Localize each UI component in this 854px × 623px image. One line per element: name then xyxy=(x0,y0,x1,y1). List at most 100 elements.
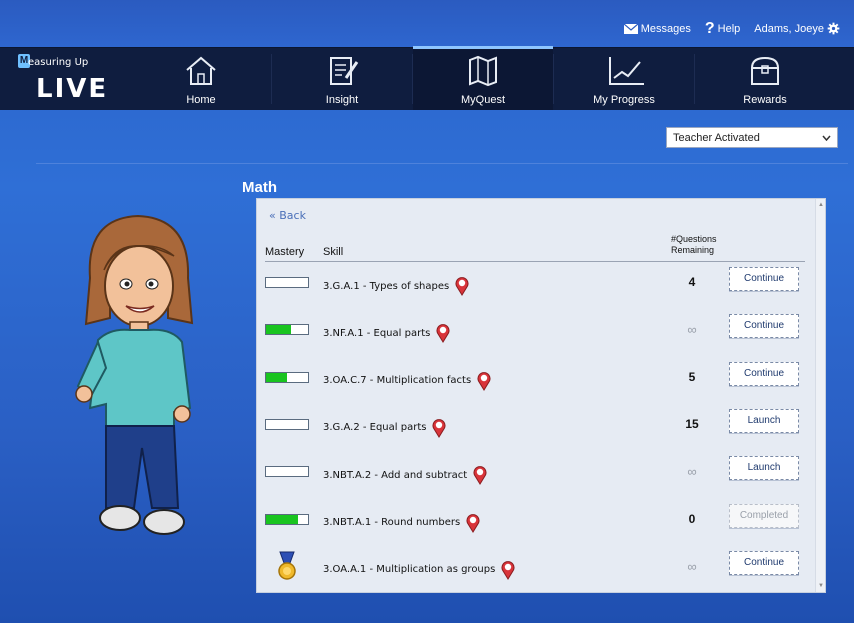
launch-button[interactable]: Launch xyxy=(729,408,799,433)
map-pin-icon[interactable] xyxy=(432,418,446,438)
skill-label: 3.NF.A.1 - Equal parts xyxy=(323,327,431,339)
help-label: Help xyxy=(717,22,741,35)
map-pin-icon[interactable] xyxy=(477,371,491,391)
skill-label: 3.OA.A.1 - Multiplication as groups xyxy=(323,564,496,576)
nav-rewards-label: Rewards xyxy=(743,94,787,106)
map-icon xyxy=(469,55,497,87)
header-divider xyxy=(265,261,805,262)
mastery-bar-fill xyxy=(266,372,287,382)
completed-button: Completed xyxy=(729,503,799,528)
gear-icon xyxy=(827,22,840,35)
envelope-icon xyxy=(623,23,638,34)
mastery-bar xyxy=(265,371,309,383)
skill-name: 3.NBT.A.1 - Round numbers xyxy=(323,513,480,533)
continue-button[interactable]: Continue xyxy=(729,267,799,291)
skill-name: 3.G.A.1 - Types of shapes xyxy=(323,276,469,296)
treasure-chest-icon xyxy=(750,56,780,85)
mastery-bar xyxy=(265,324,309,336)
continue-button[interactable]: Continue xyxy=(729,361,799,386)
questions-remaining-value: 5 xyxy=(688,369,696,384)
top-links: Messages ? Help Adams, Joeye xyxy=(623,20,840,37)
questions-remaining-line1: #Questions xyxy=(671,234,717,244)
messages-link[interactable]: Messages xyxy=(623,22,691,35)
insight-icon xyxy=(330,57,359,85)
user-menu[interactable]: Adams, Joeye xyxy=(754,22,840,35)
skill-name: 3.NBT.A.2 - Add and subtract xyxy=(323,465,487,486)
nav-my-progress[interactable]: My Progress xyxy=(554,48,694,110)
skill-label: 3.G.A.2 - Equal parts xyxy=(323,422,427,434)
questions-remaining-line2: Remaining xyxy=(671,245,715,255)
map-pin-icon[interactable] xyxy=(455,276,469,296)
launch-button[interactable]: Launch xyxy=(729,456,799,481)
mastery-bar xyxy=(265,466,309,478)
messages-label: Messages xyxy=(640,22,691,35)
nav-rewards[interactable]: Rewards xyxy=(695,48,835,110)
map-pin-icon[interactable] xyxy=(436,323,450,344)
medal-icon xyxy=(278,551,296,580)
subject-title: Math xyxy=(242,179,277,196)
help-icon: ? xyxy=(704,20,715,37)
mastery-bar xyxy=(265,513,309,525)
skill-row: 3.OA.C.7 - Multiplication facts 5 Continue xyxy=(257,358,817,402)
map-pin-icon[interactable] xyxy=(501,560,515,580)
home-icon xyxy=(186,56,216,85)
help-link[interactable]: ? Help xyxy=(704,20,741,37)
measuring-up-live-logo[interactable]: M easuring Up LIVE xyxy=(18,54,118,106)
map-pin-icon[interactable] xyxy=(473,465,487,486)
mastery-bar-fill xyxy=(266,325,292,335)
questions-remaining-value: ∞ xyxy=(687,322,697,338)
scroll-up-icon[interactable]: ▲ xyxy=(818,202,824,208)
questions-remaining-header: #Questions Remaining xyxy=(671,234,717,256)
mastery-bar-fill xyxy=(266,514,298,524)
mastery-header: Mastery xyxy=(265,246,305,258)
questions-remaining-value: ∞ xyxy=(687,558,697,574)
logo-line2: LIVE xyxy=(36,74,109,104)
skill-name: 3.NF.A.1 - Equal parts xyxy=(323,323,450,344)
section-divider xyxy=(36,163,848,164)
scroll-down-icon[interactable]: ▼ xyxy=(818,583,824,589)
mastery-bar xyxy=(265,418,309,430)
nav-my-progress-label: My Progress xyxy=(593,94,655,106)
nav-myquest[interactable]: MyQuest xyxy=(413,46,553,110)
mastery-bar xyxy=(265,277,309,288)
skill-row: 3.NBT.A.1 - Round numbers 0 Completed xyxy=(257,500,817,544)
double-chevron-left-icon: « xyxy=(269,209,276,222)
skill-row: 3.G.A.1 - Types of shapes 4 Continue xyxy=(257,263,817,307)
nav-home[interactable]: Home xyxy=(131,48,271,110)
continue-button[interactable]: Continue xyxy=(729,550,799,575)
questions-remaining-value: ∞ xyxy=(687,464,697,480)
skill-label: 3.OA.C.7 - Multiplication facts xyxy=(323,375,472,387)
skill-row: 3.OA.A.1 - Multiplication as groups ∞ Cont… xyxy=(257,547,817,591)
main-nav: M easuring Up LIVE Home Insight MyQuest xyxy=(0,46,854,110)
continue-button[interactable]: Continue xyxy=(729,314,799,339)
skill-row: 3.NBT.A.2 - Add and subtract ∞ Launch xyxy=(257,452,817,496)
chevron-down-icon xyxy=(822,135,831,141)
student-avatar xyxy=(75,214,194,535)
nav-myquest-label: MyQuest xyxy=(460,94,505,106)
user-name: Adams, Joeye xyxy=(754,22,824,35)
skill-name: 3.G.A.2 - Equal parts xyxy=(323,418,446,438)
questions-remaining-value: 0 xyxy=(688,511,696,526)
logo-line1: easuring Up xyxy=(28,57,89,68)
skills-panel: ▲ ▼ « Back Mastery Skill #Questions Rema… xyxy=(256,198,826,593)
skill-header: Skill xyxy=(323,246,344,258)
questions-remaining-value: 4 xyxy=(688,275,696,289)
back-link[interactable]: « Back xyxy=(269,209,306,222)
nav-insight-label: Insight xyxy=(325,94,359,106)
back-label: Back xyxy=(279,209,306,222)
skill-row: 3.NF.A.1 - Equal parts ∞ Continue xyxy=(257,310,817,354)
filter-selected-value: Teacher Activated xyxy=(673,131,760,144)
skill-label: 3.G.A.1 - Types of shapes xyxy=(323,280,450,292)
skill-name: 3.OA.C.7 - Multiplication facts xyxy=(323,371,491,391)
skill-row: 3.G.A.2 - Equal parts 15 Launch xyxy=(257,405,817,449)
nav-insight[interactable]: Insight xyxy=(272,48,412,110)
chart-icon xyxy=(609,57,644,85)
questions-remaining-value: 15 xyxy=(685,416,699,431)
top-bar: Messages ? Help Adams, Joeye xyxy=(0,0,854,47)
skill-name: 3.OA.A.1 - Multiplication as groups xyxy=(323,560,515,580)
skill-label: 3.NBT.A.1 - Round numbers xyxy=(323,517,461,528)
activation-filter-select[interactable]: Teacher Activated xyxy=(666,127,838,148)
map-pin-icon[interactable] xyxy=(466,513,480,533)
skill-label: 3.NBT.A.2 - Add and subtract xyxy=(323,469,468,481)
nav-home-label: Home xyxy=(186,94,216,106)
